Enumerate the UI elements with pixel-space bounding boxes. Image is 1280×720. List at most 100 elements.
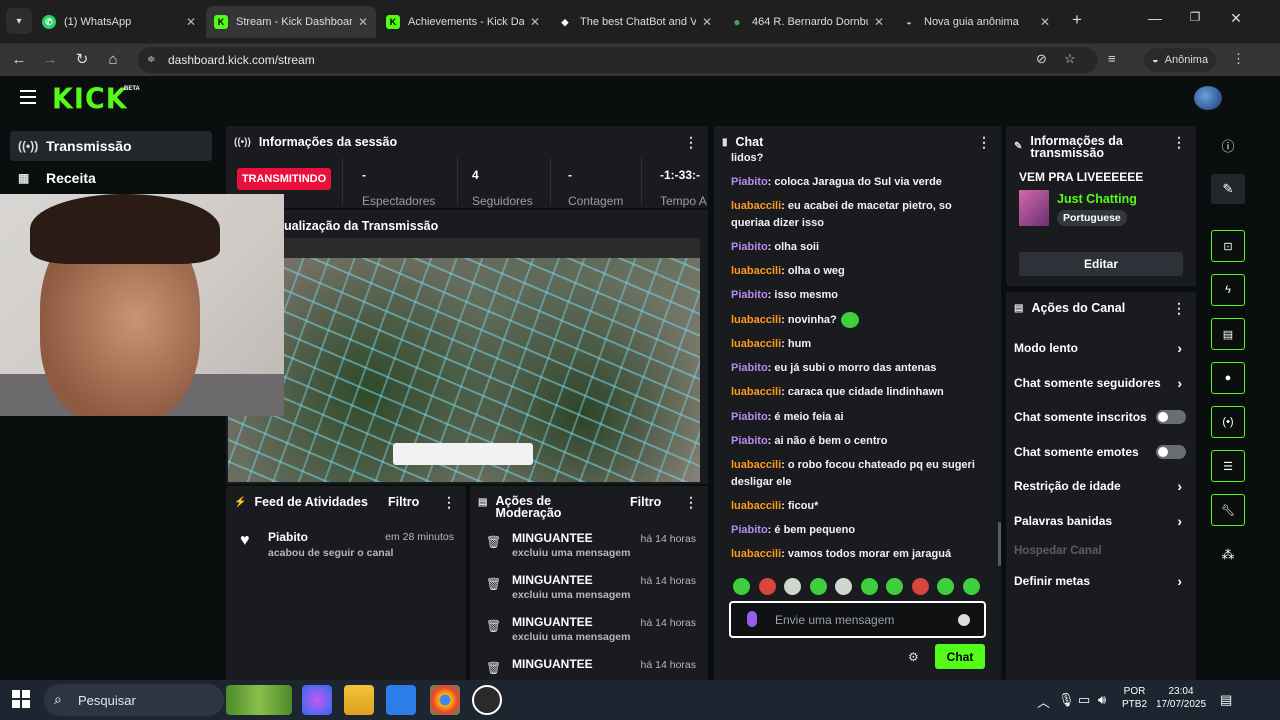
volume-icon[interactable]: 🔊︎ — [1098, 692, 1106, 708]
kick-emote-icon[interactable] — [747, 611, 757, 627]
chat-username[interactable]: Piabito — [731, 289, 768, 301]
action-banned-words[interactable]: Palavras banidas › — [1014, 511, 1194, 531]
tab-chatbot[interactable]: ◆ The best ChatBot and V ✕ — [550, 8, 720, 36]
chat-scrollbar[interactable] — [998, 522, 1001, 566]
subscribers-only-toggle[interactable] — [1156, 410, 1186, 424]
kebab-menu-icon[interactable]: ⋮ — [977, 134, 991, 151]
chat-username[interactable]: luabaccili — [731, 265, 781, 277]
quick-emote-icon[interactable] — [886, 578, 903, 595]
chat-username[interactable]: luabaccili — [731, 459, 781, 471]
kebab-menu-icon[interactable]: ⋮ — [1172, 134, 1186, 151]
stream-preview-video[interactable] — [228, 238, 700, 482]
language-indicator[interactable]: POR PTB2 — [1122, 685, 1147, 711]
action-subscribers-only[interactable]: Chat somente inscritos — [1014, 407, 1194, 427]
kebab-menu-icon[interactable]: ⋮ — [684, 134, 698, 151]
chevron-up-icon[interactable]: ︿ — [1037, 692, 1050, 711]
wrench-icon[interactable]: 🔧︎ — [1211, 494, 1245, 526]
close-tab-icon[interactable]: ✕ — [702, 15, 712, 29]
filter-button[interactable]: Filtro — [388, 495, 419, 509]
bookmark-star-icon[interactable]: ☆ — [1064, 51, 1076, 67]
taskbar-search[interactable]: ⌕ Pesquisar — [44, 684, 224, 716]
new-tab-icon[interactable]: + — [1065, 10, 1089, 30]
back-icon[interactable]: ← — [9, 50, 29, 70]
chat-bubble-icon[interactable]: ● — [1211, 362, 1245, 394]
document-icon[interactable]: ▤ — [1211, 318, 1245, 350]
emotes-only-toggle[interactable] — [1156, 445, 1186, 459]
hamburger-menu-icon[interactable] — [20, 90, 36, 104]
info-icon[interactable]: ⓘ — [1211, 130, 1245, 160]
broadcast-icon[interactable]: (•) — [1211, 406, 1245, 438]
kebab-menu-icon[interactable]: ⋮ — [684, 494, 698, 511]
reload-icon[interactable]: ↻ — [72, 50, 92, 70]
chat-username[interactable]: luabaccili — [731, 314, 781, 326]
store-icon[interactable] — [386, 685, 416, 715]
layout-icon[interactable]: ☰ — [1211, 450, 1245, 482]
send-chat-button[interactable]: Chat — [935, 644, 985, 669]
notifications-icon[interactable]: ▤ — [1220, 692, 1232, 708]
action-slow-mode[interactable]: Modo lento › — [1014, 338, 1194, 358]
close-tab-icon[interactable]: ✕ — [530, 15, 540, 29]
category-thumbnail[interactable] — [1019, 190, 1049, 226]
category-link[interactable]: Just Chatting — [1057, 192, 1137, 206]
quick-emote-icon[interactable] — [911, 578, 929, 595]
quick-emote-icon[interactable] — [809, 578, 827, 595]
close-tab-icon[interactable]: ✕ — [874, 15, 884, 29]
chat-message-list[interactable]: lidos? Piabito: coloca Jaragua do Sul via… — [731, 150, 993, 570]
tab-stream-dashboard[interactable]: K Stream - Kick Dashboar ✕ — [206, 6, 376, 38]
chat-username[interactable]: luabaccili — [731, 500, 781, 512]
quick-emote-icon[interactable] — [784, 578, 801, 595]
site-info-icon[interactable]: ≑ — [147, 54, 159, 66]
mod-user[interactable]: MINGUANTEE — [512, 615, 593, 629]
action-followers-only[interactable]: Chat somente seguidores › — [1014, 373, 1194, 393]
tab-maps[interactable]: ● 464 R. Bernardo Dornbu ✕ — [722, 8, 892, 36]
chrome-icon[interactable] — [430, 685, 460, 715]
tab-achievements[interactable]: K Achievements - Kick Da ✕ — [378, 8, 548, 36]
browser-menu-icon[interactable]: ⋮ — [1232, 51, 1245, 67]
kick-logo[interactable]: KICK — [52, 83, 128, 116]
chat-username[interactable]: Piabito — [731, 435, 768, 447]
mod-user[interactable]: MINGUANTEE — [512, 531, 593, 545]
mod-user[interactable]: MINGUANTEE — [512, 657, 593, 671]
forward-icon[interactable]: → — [40, 50, 60, 70]
chat-username[interactable]: luabaccili — [731, 386, 781, 398]
tab-incognito[interactable]: ◒ Nova guia anônima ✕ — [894, 8, 1058, 36]
kebab-menu-icon[interactable]: ⋮ — [1172, 300, 1186, 317]
restore-icon[interactable]: ❐ — [1183, 10, 1207, 24]
windows-start-icon[interactable] — [12, 690, 30, 708]
chat-username[interactable]: Piabito — [731, 362, 768, 374]
close-window-icon[interactable]: ✕ — [1224, 10, 1248, 27]
chat-username[interactable]: Piabito — [731, 524, 768, 536]
chat-input[interactable]: Envie uma mensagem — [729, 601, 986, 638]
close-tab-icon[interactable]: ✕ — [1040, 15, 1050, 29]
obs-icon[interactable] — [472, 685, 502, 715]
eye-off-icon[interactable]: ⊘ — [1036, 51, 1047, 67]
lightning-icon[interactable]: ϟ — [1211, 274, 1245, 306]
action-emotes-only[interactable]: Chat somente emotes — [1014, 442, 1194, 462]
chat-username[interactable]: Piabito — [731, 241, 768, 253]
chat-username[interactable]: luabaccili — [731, 200, 781, 212]
edit-button[interactable]: Editar — [1019, 252, 1183, 276]
file-explorer-icon[interactable] — [344, 685, 374, 715]
clock[interactable]: 23:04 17/07/2025 — [1156, 685, 1206, 711]
activity-user[interactable]: Piabito — [268, 530, 308, 544]
tab-list-button[interactable]: ▾ — [6, 8, 32, 34]
chat-username[interactable]: luabaccili — [731, 338, 781, 350]
network-icon[interactable]: ▭ — [1078, 692, 1090, 708]
tab-whatsapp[interactable]: ✆ (1) WhatsApp ✕ — [34, 8, 204, 36]
chat-settings-gear-icon[interactable]: ⚙ — [908, 650, 919, 664]
incognito-badge[interactable]: ◒ Anônima — [1144, 48, 1217, 72]
sidebar-item-receita[interactable]: ▦ Receita — [10, 163, 212, 193]
filter-button[interactable]: Filtro — [630, 495, 661, 509]
extensions-icon[interactable]: ⁂ — [1211, 540, 1245, 570]
quick-emote-icon[interactable] — [733, 578, 750, 595]
capture-icon[interactable]: ⊡ — [1211, 230, 1245, 262]
url-field[interactable]: ≑ dashboard.kick.com/stream — [138, 47, 1098, 73]
reading-list-icon[interactable]: ≡ — [1108, 51, 1116, 66]
quick-emote-icon[interactable] — [962, 578, 980, 595]
emoji-picker-icon[interactable] — [958, 614, 970, 626]
widgets-icon[interactable] — [226, 685, 292, 715]
home-icon[interactable]: ⌂ — [103, 50, 123, 70]
action-host-channel[interactable]: Hospedar Canal — [1014, 541, 1194, 561]
sidebar-item-transmissao[interactable]: ((•)) Transmissão — [10, 131, 212, 161]
kebab-menu-icon[interactable]: ⋮ — [442, 494, 456, 511]
